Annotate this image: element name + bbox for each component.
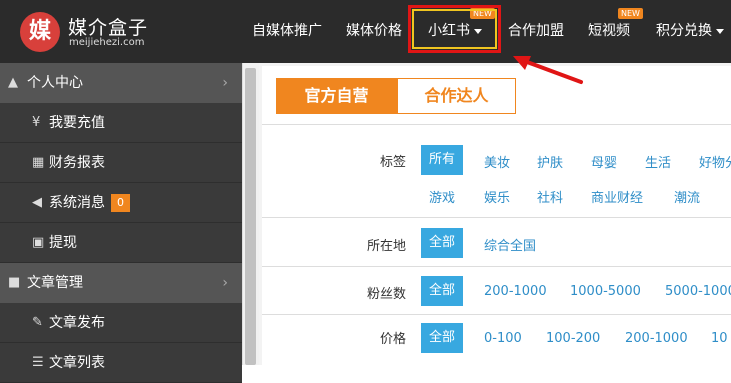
sidebar-item-messages[interactable]: ◀ 系统消息 0 bbox=[0, 183, 242, 223]
nav-item-self-media[interactable]: 自媒体推广 bbox=[252, 0, 322, 63]
sidebar-item-label: 系统消息 bbox=[49, 195, 105, 211]
user-icon: ▲ bbox=[8, 75, 18, 90]
filter-option[interactable]: 10 bbox=[711, 331, 728, 346]
filter-option[interactable]: 潮流 bbox=[674, 187, 700, 206]
site-logo[interactable]: 媒 媒介盒子 meijiehezi.com bbox=[20, 9, 160, 55]
chevron-right-icon: › bbox=[222, 75, 228, 91]
cash-icon: ▣ bbox=[32, 235, 45, 250]
sidebar-item-finance[interactable]: ▦ 财务报表 bbox=[0, 143, 242, 183]
nav-label: 积分兑换 bbox=[656, 23, 712, 39]
filter-option[interactable]: 全部 bbox=[421, 228, 464, 258]
table-icon: ▦ bbox=[32, 155, 45, 170]
logo-mark: 媒 bbox=[20, 12, 60, 52]
edit-icon: ✎ bbox=[32, 315, 43, 330]
sidebar-section-personal[interactable]: ▲ 个人中心 › bbox=[0, 63, 242, 103]
filter-option[interactable]: 所有 bbox=[421, 145, 464, 175]
yen-icon: ¥ bbox=[32, 115, 41, 130]
filter-option[interactable]: 生活 bbox=[645, 152, 671, 171]
sidebar-item-publish[interactable]: ✎ 文章发布 bbox=[0, 303, 242, 343]
tab-partner[interactable]: 合作达人 bbox=[397, 78, 516, 114]
message-count-badge: 0 bbox=[111, 194, 130, 212]
filter-label-location: 所在地 bbox=[366, 239, 406, 254]
sidebar-item-article-list[interactable]: ☰ 文章列表 bbox=[0, 343, 242, 383]
filter-option[interactable]: 0-100 bbox=[484, 331, 522, 346]
annotation-arrow-icon bbox=[513, 56, 583, 84]
filter-option[interactable]: 娱乐 bbox=[484, 187, 510, 206]
sidebar-item-withdraw[interactable]: ▣ 提现 bbox=[0, 223, 242, 263]
filter-option[interactable]: 护肤 bbox=[537, 152, 563, 171]
filter-option[interactable]: 5000-1000 bbox=[665, 284, 731, 299]
filter-option[interactable]: 综合全国 bbox=[484, 235, 536, 254]
filter-divider bbox=[262, 266, 731, 267]
filter-label-price: 价格 bbox=[379, 332, 406, 347]
filter-option[interactable]: 母婴 bbox=[591, 152, 617, 171]
sidebar-item-recharge[interactable]: ¥ 我要充值 bbox=[0, 103, 242, 143]
filter-option[interactable]: 社科 bbox=[537, 187, 563, 206]
filter-option[interactable]: 商业财经 bbox=[591, 187, 643, 206]
sidebar-item-label: 我要充值 bbox=[49, 115, 105, 131]
annotation-highlight-inner bbox=[412, 9, 497, 49]
nav-label: 合作加盟 bbox=[508, 23, 564, 39]
list-icon: ☰ bbox=[32, 355, 44, 370]
nav-item-points[interactable]: 积分兑换 bbox=[656, 0, 724, 63]
filter-divider bbox=[262, 217, 731, 218]
new-badge: NEW bbox=[618, 8, 643, 19]
sidebar-item-label: 财务报表 bbox=[49, 155, 105, 171]
tab-official[interactable]: 官方自营 bbox=[276, 78, 397, 114]
sidebar-item-label: 文章管理 bbox=[27, 275, 83, 291]
sidebar-item-label: 文章发布 bbox=[49, 315, 105, 331]
top-navbar: 媒 媒介盒子 meijiehezi.com 自媒体推广 媒体价格 小红书 NEW… bbox=[0, 0, 731, 63]
logo-title: 媒介盒子 bbox=[68, 17, 149, 39]
nav-label: 自媒体推广 bbox=[252, 23, 322, 39]
filter-divider bbox=[262, 314, 731, 315]
sidebar-item-label: 文章列表 bbox=[49, 355, 105, 371]
sidebar-scrollbar-thumb[interactable] bbox=[245, 68, 256, 365]
logo-subtitle: meijiehezi.com bbox=[69, 37, 145, 48]
filter-option[interactable]: 美妆 bbox=[484, 152, 510, 171]
filter-option[interactable]: 1000-5000 bbox=[570, 284, 641, 299]
filter-option[interactable]: 200-1000 bbox=[625, 331, 688, 346]
sidebar-item-label: 个人中心 bbox=[27, 75, 83, 91]
sidebar-item-label: 提现 bbox=[49, 235, 77, 251]
filter-option[interactable]: 游戏 bbox=[429, 187, 455, 206]
chevron-right-icon: › bbox=[222, 275, 228, 291]
speaker-icon: ◀ bbox=[32, 195, 42, 210]
nav-label: 短视频 bbox=[588, 23, 630, 39]
book-icon: ■ bbox=[8, 275, 21, 290]
filter-option[interactable]: 全部 bbox=[421, 276, 464, 306]
filter-option[interactable]: 200-1000 bbox=[484, 284, 547, 299]
filter-label-fans: 粉丝数 bbox=[366, 287, 406, 302]
filter-option[interactable]: 全部 bbox=[421, 323, 464, 353]
filter-option[interactable]: 100-200 bbox=[546, 331, 600, 346]
sidebar-section-articles[interactable]: ■ 文章管理 › bbox=[0, 263, 242, 303]
nav-label: 媒体价格 bbox=[346, 23, 402, 39]
caret-down-icon bbox=[716, 28, 724, 34]
nav-item-media-price[interactable]: 媒体价格 bbox=[346, 0, 402, 63]
filter-label-tags: 标签 bbox=[379, 155, 406, 170]
filter-option[interactable]: 好物分 bbox=[699, 152, 731, 171]
